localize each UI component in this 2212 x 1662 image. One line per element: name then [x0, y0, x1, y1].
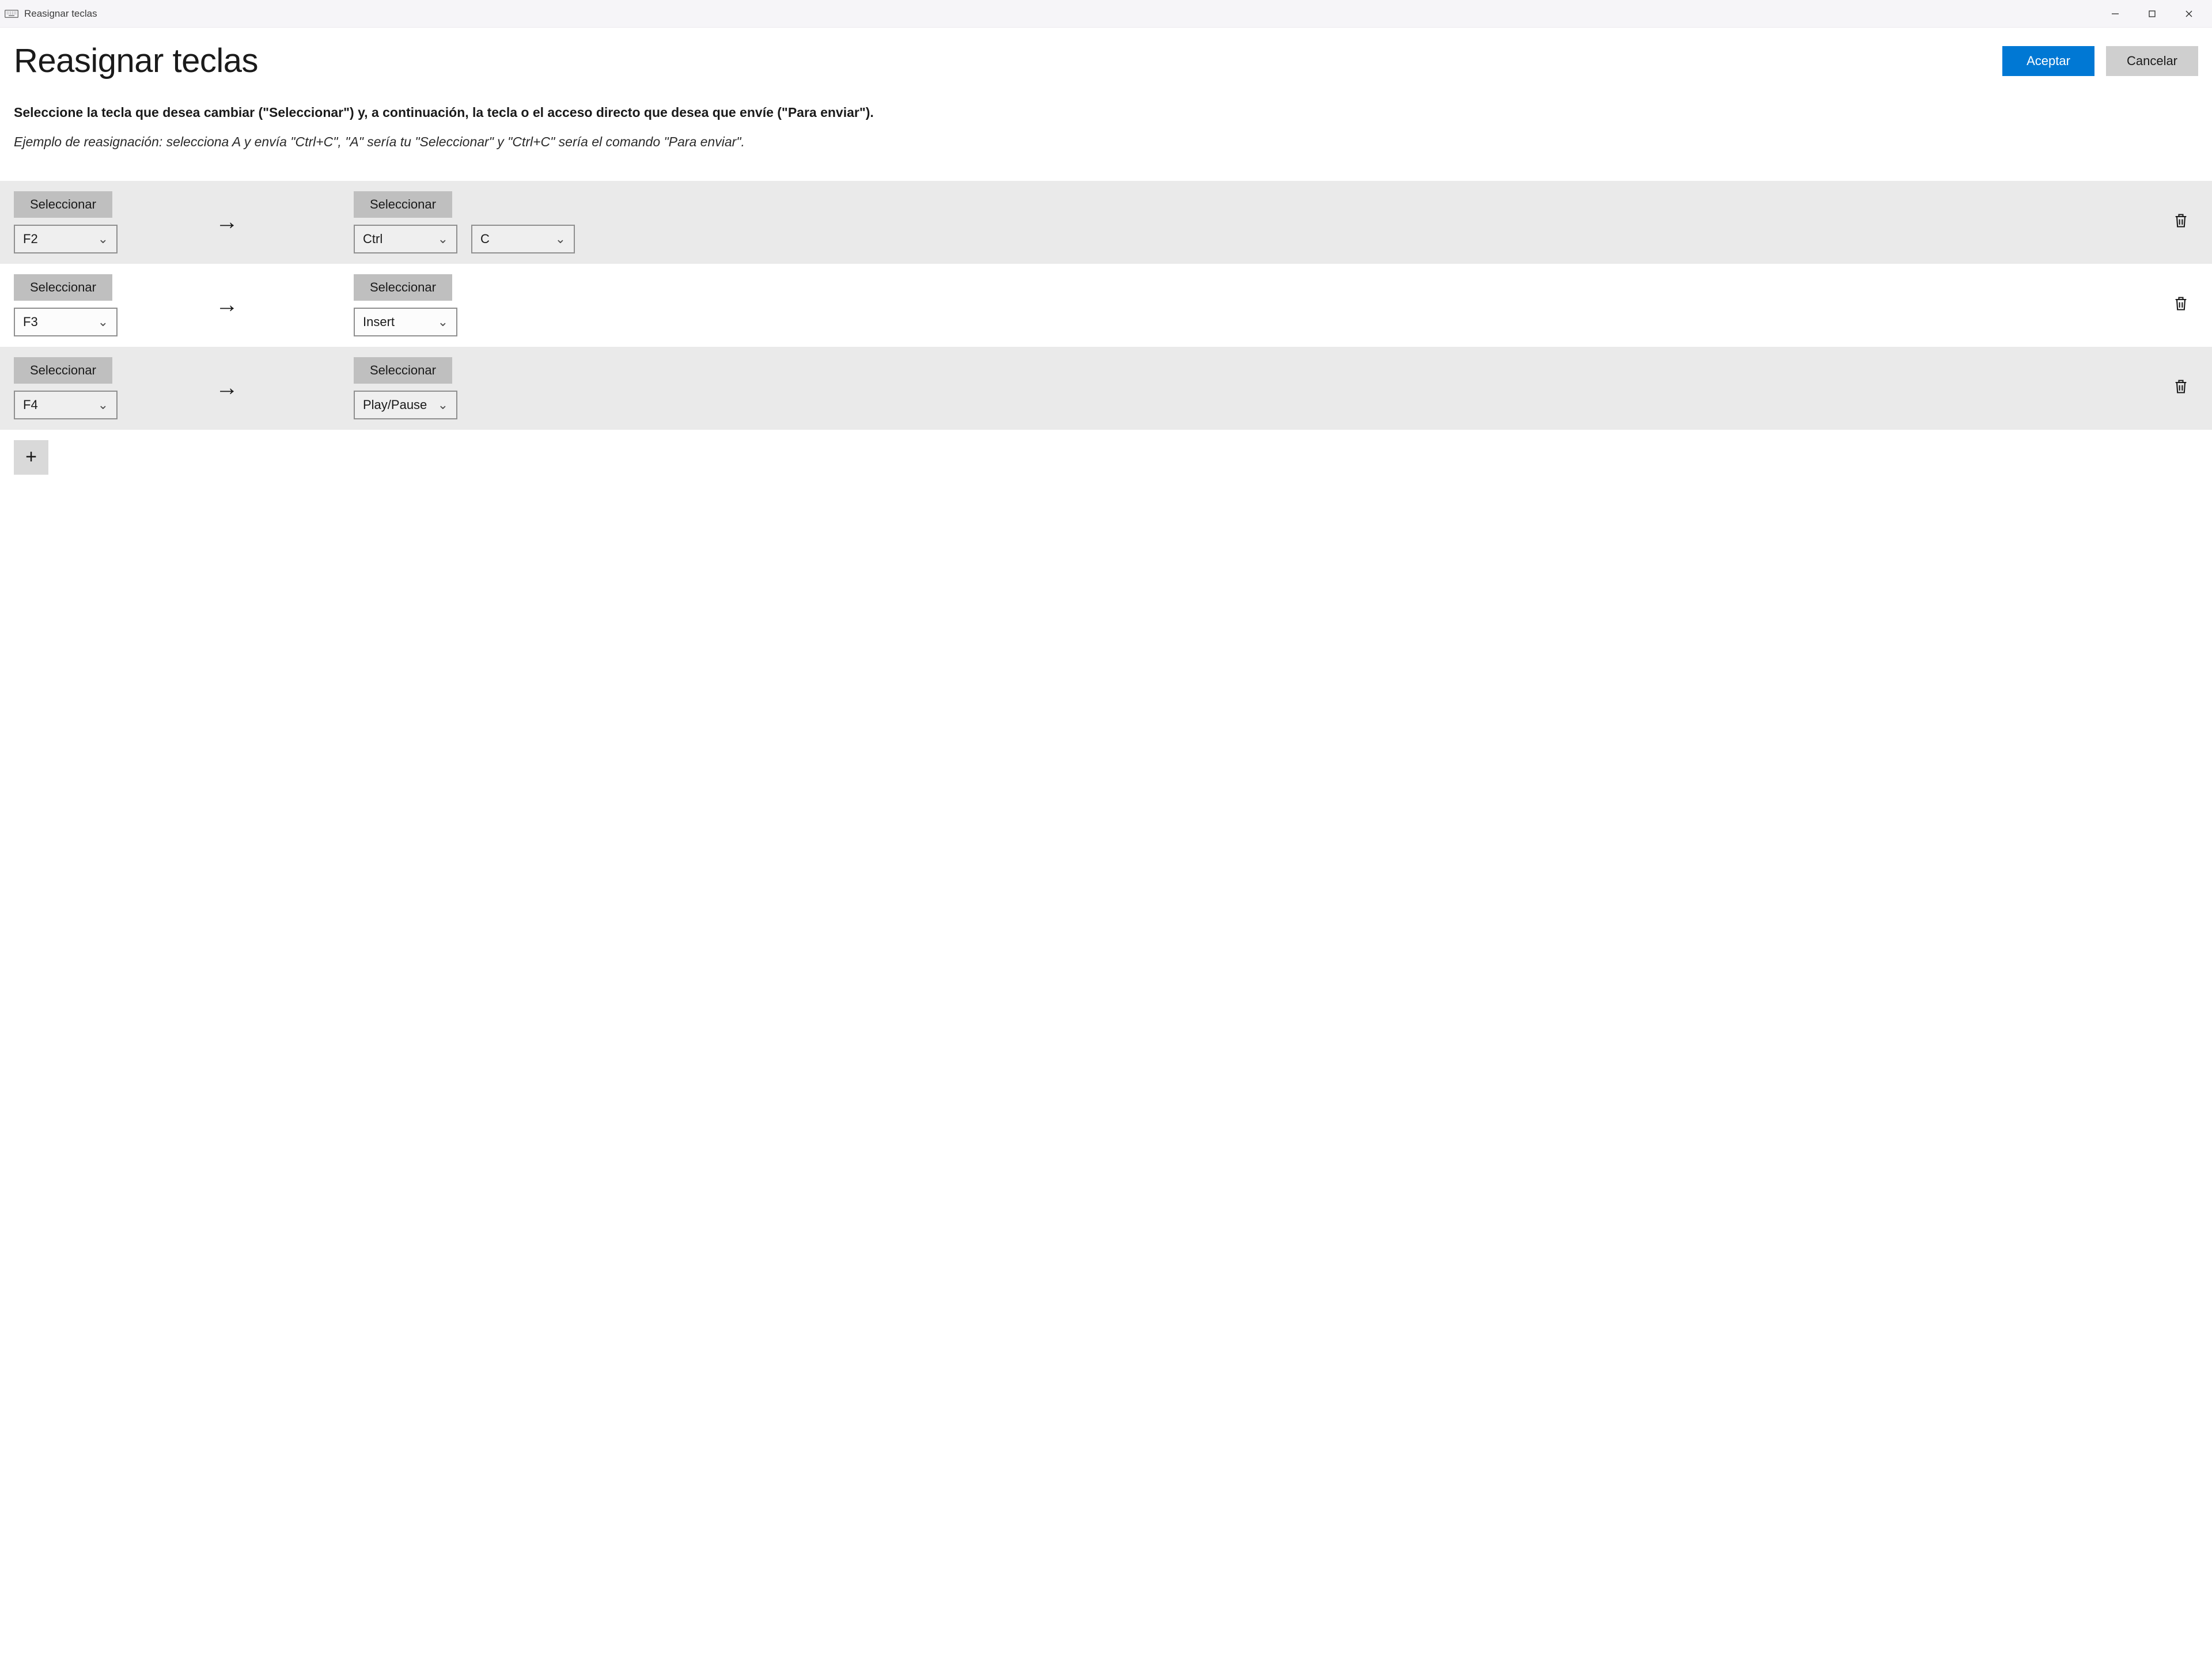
chevron-down-icon: ⌄: [438, 232, 448, 247]
to-key-select[interactable]: Insert ⌄: [354, 308, 457, 336]
from-key-select[interactable]: F2 ⌄: [14, 225, 118, 253]
to-column: Seleccionar Insert ⌄: [354, 274, 2164, 336]
to-column: Seleccionar Play/Pause ⌄: [354, 357, 2164, 419]
arrow-right-icon: →: [215, 375, 354, 401]
mapping-row: Seleccionar F2 ⌄ → Seleccionar Ctrl ⌄: [0, 181, 2212, 264]
delete-cell: [2164, 378, 2198, 398]
select-to-button[interactable]: Seleccionar: [354, 274, 452, 301]
to-key-select[interactable]: Ctrl ⌄: [354, 225, 457, 253]
description-example: Ejemplo de reasignación: selecciona A y …: [14, 132, 2198, 152]
header-row: Reasignar teclas Aceptar Cancelar: [14, 41, 2198, 80]
from-key-select[interactable]: F4 ⌄: [14, 391, 118, 419]
to-keys: Play/Pause ⌄: [354, 391, 457, 419]
cancel-button[interactable]: Cancelar: [2106, 46, 2198, 76]
description-main: Seleccione la tecla que desea cambiar ("…: [14, 103, 2198, 122]
add-row: +: [0, 430, 2212, 485]
arrow-right-icon: →: [215, 292, 354, 318]
window-root: Reasignar teclas Reasignar teclas Acepta…: [0, 0, 2212, 1662]
delete-cell: [2164, 296, 2198, 315]
mapping-row: Seleccionar F3 ⌄ → Seleccionar Insert ⌄: [0, 264, 2212, 347]
from-column: Seleccionar F3 ⌄: [14, 274, 215, 336]
from-keys: F4 ⌄: [14, 391, 118, 419]
minimize-button[interactable]: [2097, 0, 2134, 28]
to-keys: Ctrl ⌄ C ⌄: [354, 225, 575, 253]
maximize-button[interactable]: [2134, 0, 2171, 28]
plus-icon: +: [25, 446, 37, 468]
add-mapping-button[interactable]: +: [14, 440, 48, 475]
to-key-value: Insert: [363, 315, 395, 330]
from-key-select[interactable]: F3 ⌄: [14, 308, 118, 336]
to-key-value: C: [480, 232, 490, 247]
chevron-down-icon: ⌄: [555, 232, 566, 247]
to-key-value: Ctrl: [363, 232, 382, 247]
window-title: Reasignar teclas: [24, 8, 97, 20]
chevron-down-icon: ⌄: [438, 397, 448, 412]
from-keys: F2 ⌄: [14, 225, 118, 253]
from-key-value: F2: [23, 232, 38, 247]
action-buttons: Aceptar Cancelar: [2002, 41, 2198, 76]
mapping-row: Seleccionar F4 ⌄ → Seleccionar Play/Paus…: [0, 347, 2212, 430]
chevron-down-icon: ⌄: [98, 232, 108, 247]
close-button[interactable]: [2171, 0, 2207, 28]
from-column: Seleccionar F4 ⌄: [14, 357, 215, 419]
from-key-value: F4: [23, 397, 38, 412]
from-key-value: F3: [23, 315, 38, 330]
from-keys: F3 ⌄: [14, 308, 118, 336]
arrow-right-icon: →: [215, 209, 354, 235]
trash-icon[interactable]: [2173, 296, 2189, 315]
to-key-select[interactable]: C ⌄: [471, 225, 575, 253]
keyboard-icon: [5, 7, 18, 21]
mappings-list[interactable]: Seleccionar F2 ⌄ → Seleccionar Ctrl ⌄: [0, 181, 2212, 1662]
select-from-button[interactable]: Seleccionar: [14, 191, 112, 218]
trash-icon[interactable]: [2173, 213, 2189, 232]
titlebar: Reasignar teclas: [0, 0, 2212, 28]
select-to-button[interactable]: Seleccionar: [354, 357, 452, 384]
content-header: Reasignar teclas Aceptar Cancelar Selecc…: [0, 28, 2212, 181]
to-column: Seleccionar Ctrl ⌄ C ⌄: [354, 191, 2164, 253]
window-controls: [2097, 0, 2207, 28]
accept-button[interactable]: Aceptar: [2002, 46, 2094, 76]
chevron-down-icon: ⌄: [438, 315, 448, 330]
select-from-button[interactable]: Seleccionar: [14, 357, 112, 384]
select-from-button[interactable]: Seleccionar: [14, 274, 112, 301]
to-keys: Insert ⌄: [354, 308, 457, 336]
to-key-value: Play/Pause: [363, 397, 427, 412]
page-title: Reasignar teclas: [14, 41, 1991, 80]
trash-icon[interactable]: [2173, 378, 2189, 398]
to-key-select[interactable]: Play/Pause ⌄: [354, 391, 457, 419]
select-to-button[interactable]: Seleccionar: [354, 191, 452, 218]
chevron-down-icon: ⌄: [98, 315, 108, 330]
delete-cell: [2164, 213, 2198, 232]
chevron-down-icon: ⌄: [98, 397, 108, 412]
from-column: Seleccionar F2 ⌄: [14, 191, 215, 253]
